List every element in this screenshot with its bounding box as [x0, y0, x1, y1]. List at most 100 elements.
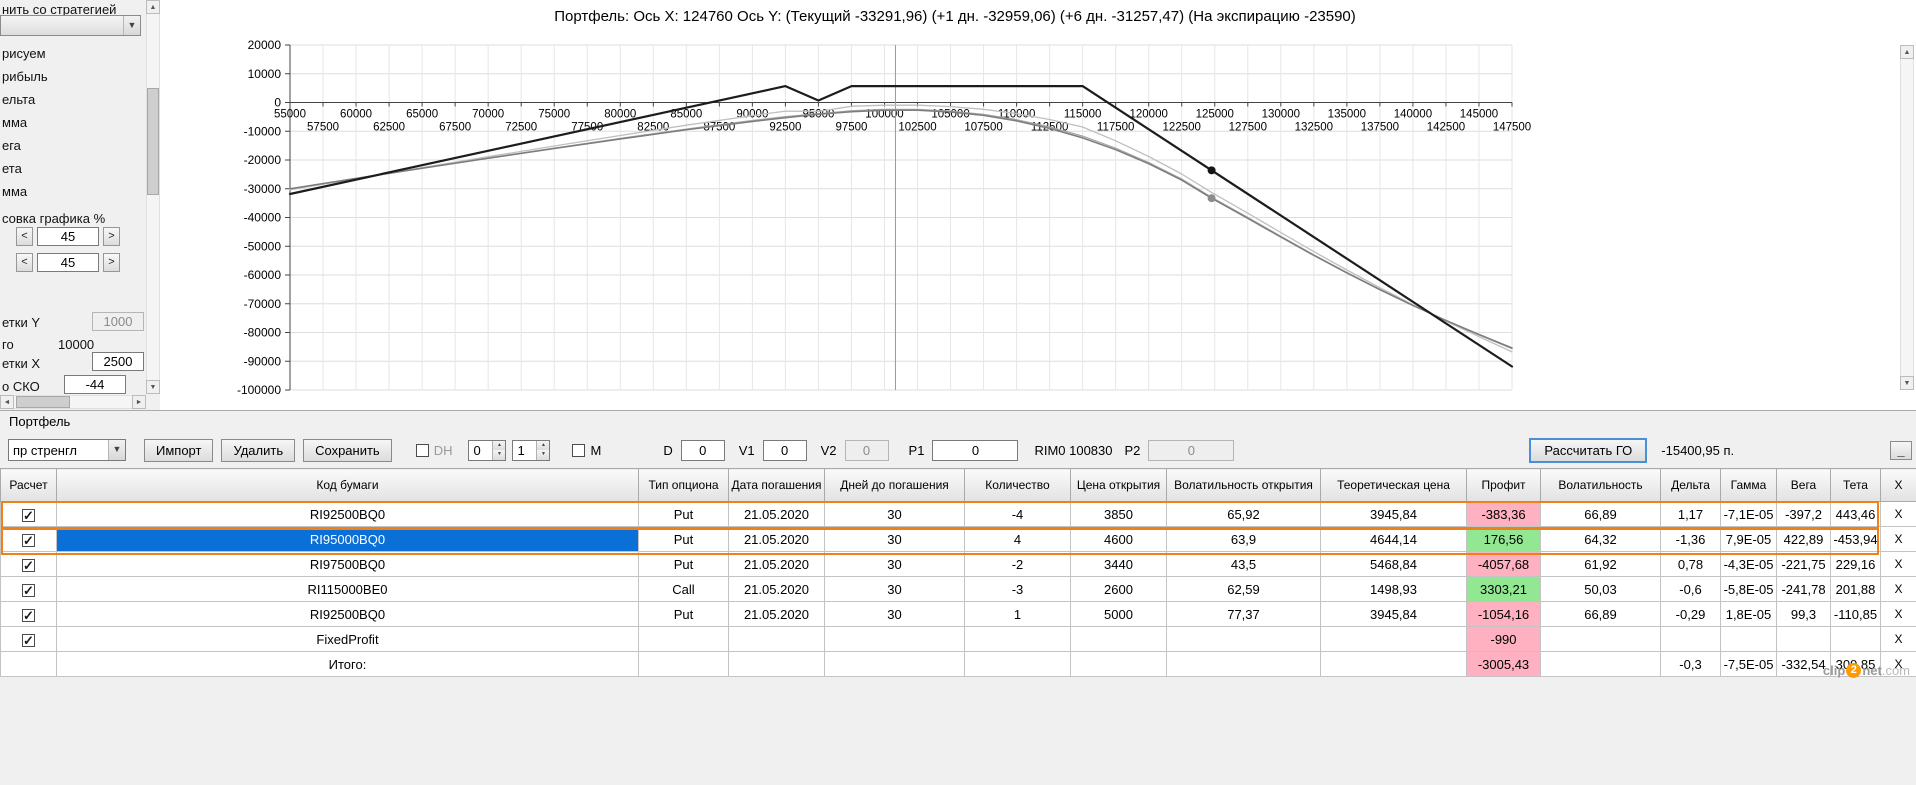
cell-delta[interactable]: -0,29	[1660, 601, 1721, 627]
row-checkbox[interactable]	[22, 533, 35, 549]
cell-delta[interactable]: -0,3	[1660, 651, 1721, 677]
col-header-theta[interactable]: Тета	[1830, 468, 1881, 502]
cell-code[interactable]: RI115000BE0	[56, 576, 639, 602]
cell-theor[interactable]	[1320, 651, 1467, 677]
cell-open_price[interactable]: 2600	[1070, 576, 1167, 602]
cell-open_vol[interactable]: 77,37	[1166, 601, 1321, 627]
draw-item-delta[interactable]: ельта	[2, 92, 35, 107]
sidebar-hscroll-thumb[interactable]	[16, 396, 70, 408]
cell-open_price[interactable]: 4600	[1070, 526, 1167, 552]
cell-gamma[interactable]	[1720, 626, 1777, 652]
scroll-down-icon[interactable]: ▼	[146, 380, 160, 394]
delete-row-button[interactable]: X	[1880, 501, 1916, 527]
p1-field[interactable]	[932, 439, 1019, 461]
cell-open_vol[interactable]: 62,59	[1166, 576, 1321, 602]
cell-open_vol[interactable]	[1166, 626, 1321, 652]
delete-row-button[interactable]: X	[1880, 626, 1916, 652]
cell-delta[interactable]: -0,6	[1660, 576, 1721, 602]
cell-delta[interactable]: -1,36	[1660, 526, 1721, 552]
row-checkbox[interactable]	[22, 558, 35, 574]
col-header-open_vol[interactable]: Волатильность открытия	[1166, 468, 1321, 502]
scale-x-increase-button[interactable]: >	[103, 227, 120, 246]
cell-vol[interactable]	[1540, 651, 1661, 677]
cell-calc[interactable]	[0, 626, 57, 652]
spin-down-icon[interactable]: ▼	[492, 449, 506, 460]
cell-profit[interactable]: -3005,43	[1466, 651, 1541, 677]
payoff-chart[interactable]: 20000 10000 0 -10000 -20000 -30000 -40000 -5000…	[160, 0, 1916, 410]
col-header-days[interactable]: Дней до погашения	[824, 468, 965, 502]
delete-row-button[interactable]: X	[1880, 576, 1916, 602]
col-header-vol[interactable]: Волатильность	[1540, 468, 1661, 502]
cell-profit[interactable]: 3303,21	[1466, 576, 1541, 602]
cell-qty[interactable]: 1	[964, 601, 1071, 627]
col-header-delta[interactable]: Дельта	[1660, 468, 1721, 502]
cell-vega[interactable]: -397,2	[1776, 501, 1831, 527]
col-header-profit[interactable]: Профит	[1466, 468, 1541, 502]
draw-item-profit[interactable]: рибыль	[2, 69, 48, 84]
cell-gamma[interactable]: -7,1E-05	[1720, 501, 1777, 527]
cell-vol[interactable]: 64,32	[1540, 526, 1661, 552]
cell-theor[interactable]	[1320, 626, 1467, 652]
cell-date[interactable]	[728, 626, 825, 652]
cell-open_price[interactable]: 5000	[1070, 601, 1167, 627]
cell-days[interactable]	[824, 651, 965, 677]
p2-field[interactable]	[1148, 439, 1235, 461]
cell-date[interactable]: 21.05.2020	[728, 601, 825, 627]
scale-y-decrease-button[interactable]: <	[16, 253, 33, 272]
cell-profit[interactable]: -383,36	[1466, 501, 1541, 527]
cell-gamma[interactable]: -5,8E-05	[1720, 576, 1777, 602]
cell-type[interactable]: Put	[638, 501, 729, 527]
sko-input[interactable]	[64, 375, 126, 394]
cell-code[interactable]: RI95000BQ0	[56, 526, 639, 552]
scale-y-input[interactable]	[37, 253, 99, 272]
cell-type[interactable]: Put	[638, 551, 729, 577]
col-header-x[interactable]: X	[1880, 468, 1916, 502]
cell-calc[interactable]	[0, 601, 57, 627]
cell-code[interactable]: RI97500BQ0	[56, 551, 639, 577]
draw-item-vega[interactable]: ега	[2, 138, 21, 153]
cell-date[interactable]: 21.05.2020	[728, 501, 825, 527]
cell-calc[interactable]	[0, 551, 57, 577]
scale-y-increase-button[interactable]: >	[103, 253, 120, 272]
spin1-stepper[interactable]: 0 ▲ ▼	[468, 439, 507, 461]
sidebar-vscroll-thumb[interactable]	[147, 88, 159, 195]
delete-row-button[interactable]: X	[1880, 551, 1916, 577]
spin-down-icon[interactable]: ▼	[536, 449, 550, 460]
cell-theta[interactable]: 201,88	[1830, 576, 1881, 602]
cell-theta[interactable]: 443,46	[1830, 501, 1881, 527]
cell-type[interactable]: Put	[638, 601, 729, 627]
cell-days[interactable]: 30	[824, 576, 965, 602]
v2-field[interactable]	[844, 439, 889, 461]
d-field[interactable]	[680, 439, 725, 461]
cell-vega[interactable]: 99,3	[1776, 601, 1831, 627]
cell-qty[interactable]: -4	[964, 501, 1071, 527]
cell-calc[interactable]	[0, 576, 57, 602]
scale-x-decrease-button[interactable]: <	[16, 227, 33, 246]
cell-gamma[interactable]: 1,8E-05	[1720, 601, 1777, 627]
col-header-type[interactable]: Тип опциона	[638, 468, 729, 502]
col-header-code[interactable]: Код бумаги	[56, 468, 639, 502]
cell-calc[interactable]	[0, 651, 57, 677]
cell-open_price[interactable]: 3850	[1070, 501, 1167, 527]
cell-theor[interactable]: 3945,84	[1320, 501, 1467, 527]
calculate-go-button[interactable]: Рассчитать ГО	[1529, 437, 1648, 463]
cell-type[interactable]: Call	[638, 576, 729, 602]
cell-code[interactable]: Итого:	[56, 651, 639, 677]
col-header-vega[interactable]: Вега	[1776, 468, 1831, 502]
cell-calc[interactable]	[0, 526, 57, 552]
save-button[interactable]: Сохранить	[303, 438, 392, 462]
strategy-select[interactable]: пр стренгл ▼	[8, 439, 126, 461]
strategy-compare-select[interactable]: ▼	[0, 15, 141, 36]
row-checkbox[interactable]	[22, 508, 35, 524]
cell-vega[interactable]: 422,89	[1776, 526, 1831, 552]
cell-days[interactable]: 30	[824, 551, 965, 577]
chevron-down-icon[interactable]: ▼	[123, 16, 140, 35]
cell-theor[interactable]: 3945,84	[1320, 601, 1467, 627]
cell-open_vol[interactable]: 65,92	[1166, 501, 1321, 527]
cell-gamma[interactable]: -7,5E-05	[1720, 651, 1777, 677]
scroll-up-icon[interactable]: ▲	[146, 0, 160, 14]
cell-code[interactable]: RI92500BQ0	[56, 501, 639, 527]
cell-code[interactable]: FixedProfit	[56, 626, 639, 652]
chevron-down-icon[interactable]: ▼	[108, 440, 125, 460]
cell-theor[interactable]: 1498,93	[1320, 576, 1467, 602]
